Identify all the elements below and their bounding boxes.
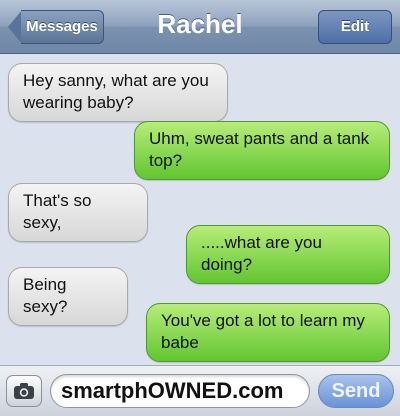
message-bubble-sent: Uhm, sweat pants and a tank top? — [134, 121, 390, 180]
back-button-label: Messages — [21, 10, 104, 44]
nav-bar: Messages Rachel Edit — [0, 0, 400, 54]
camera-icon — [14, 383, 34, 399]
back-arrow-icon — [8, 10, 22, 44]
message-bubble-received: Being sexy? — [8, 267, 128, 326]
messages-screen: Messages Rachel Edit Hey sanny, what are… — [0, 0, 400, 416]
conversation-title: Rachel — [157, 9, 243, 39]
message-input[interactable]: smartphOWNED.com — [50, 374, 310, 408]
message-bubble-received: Hey sanny, what are you wearing baby? — [8, 63, 228, 122]
message-bubble-sent: You've got a lot to learn my babe — [146, 303, 390, 362]
camera-button[interactable] — [6, 375, 42, 407]
send-button[interactable]: Send — [318, 374, 394, 408]
compose-bar: smartphOWNED.com Send — [0, 365, 400, 416]
message-bubble-sent: .....what are you doing? — [186, 225, 390, 284]
edit-button[interactable]: Edit — [318, 10, 392, 44]
message-thread: Hey sanny, what are you wearing baby? Uh… — [0, 55, 400, 365]
message-bubble-received: That's so sexy, — [8, 183, 148, 242]
back-button[interactable]: Messages — [8, 10, 104, 44]
